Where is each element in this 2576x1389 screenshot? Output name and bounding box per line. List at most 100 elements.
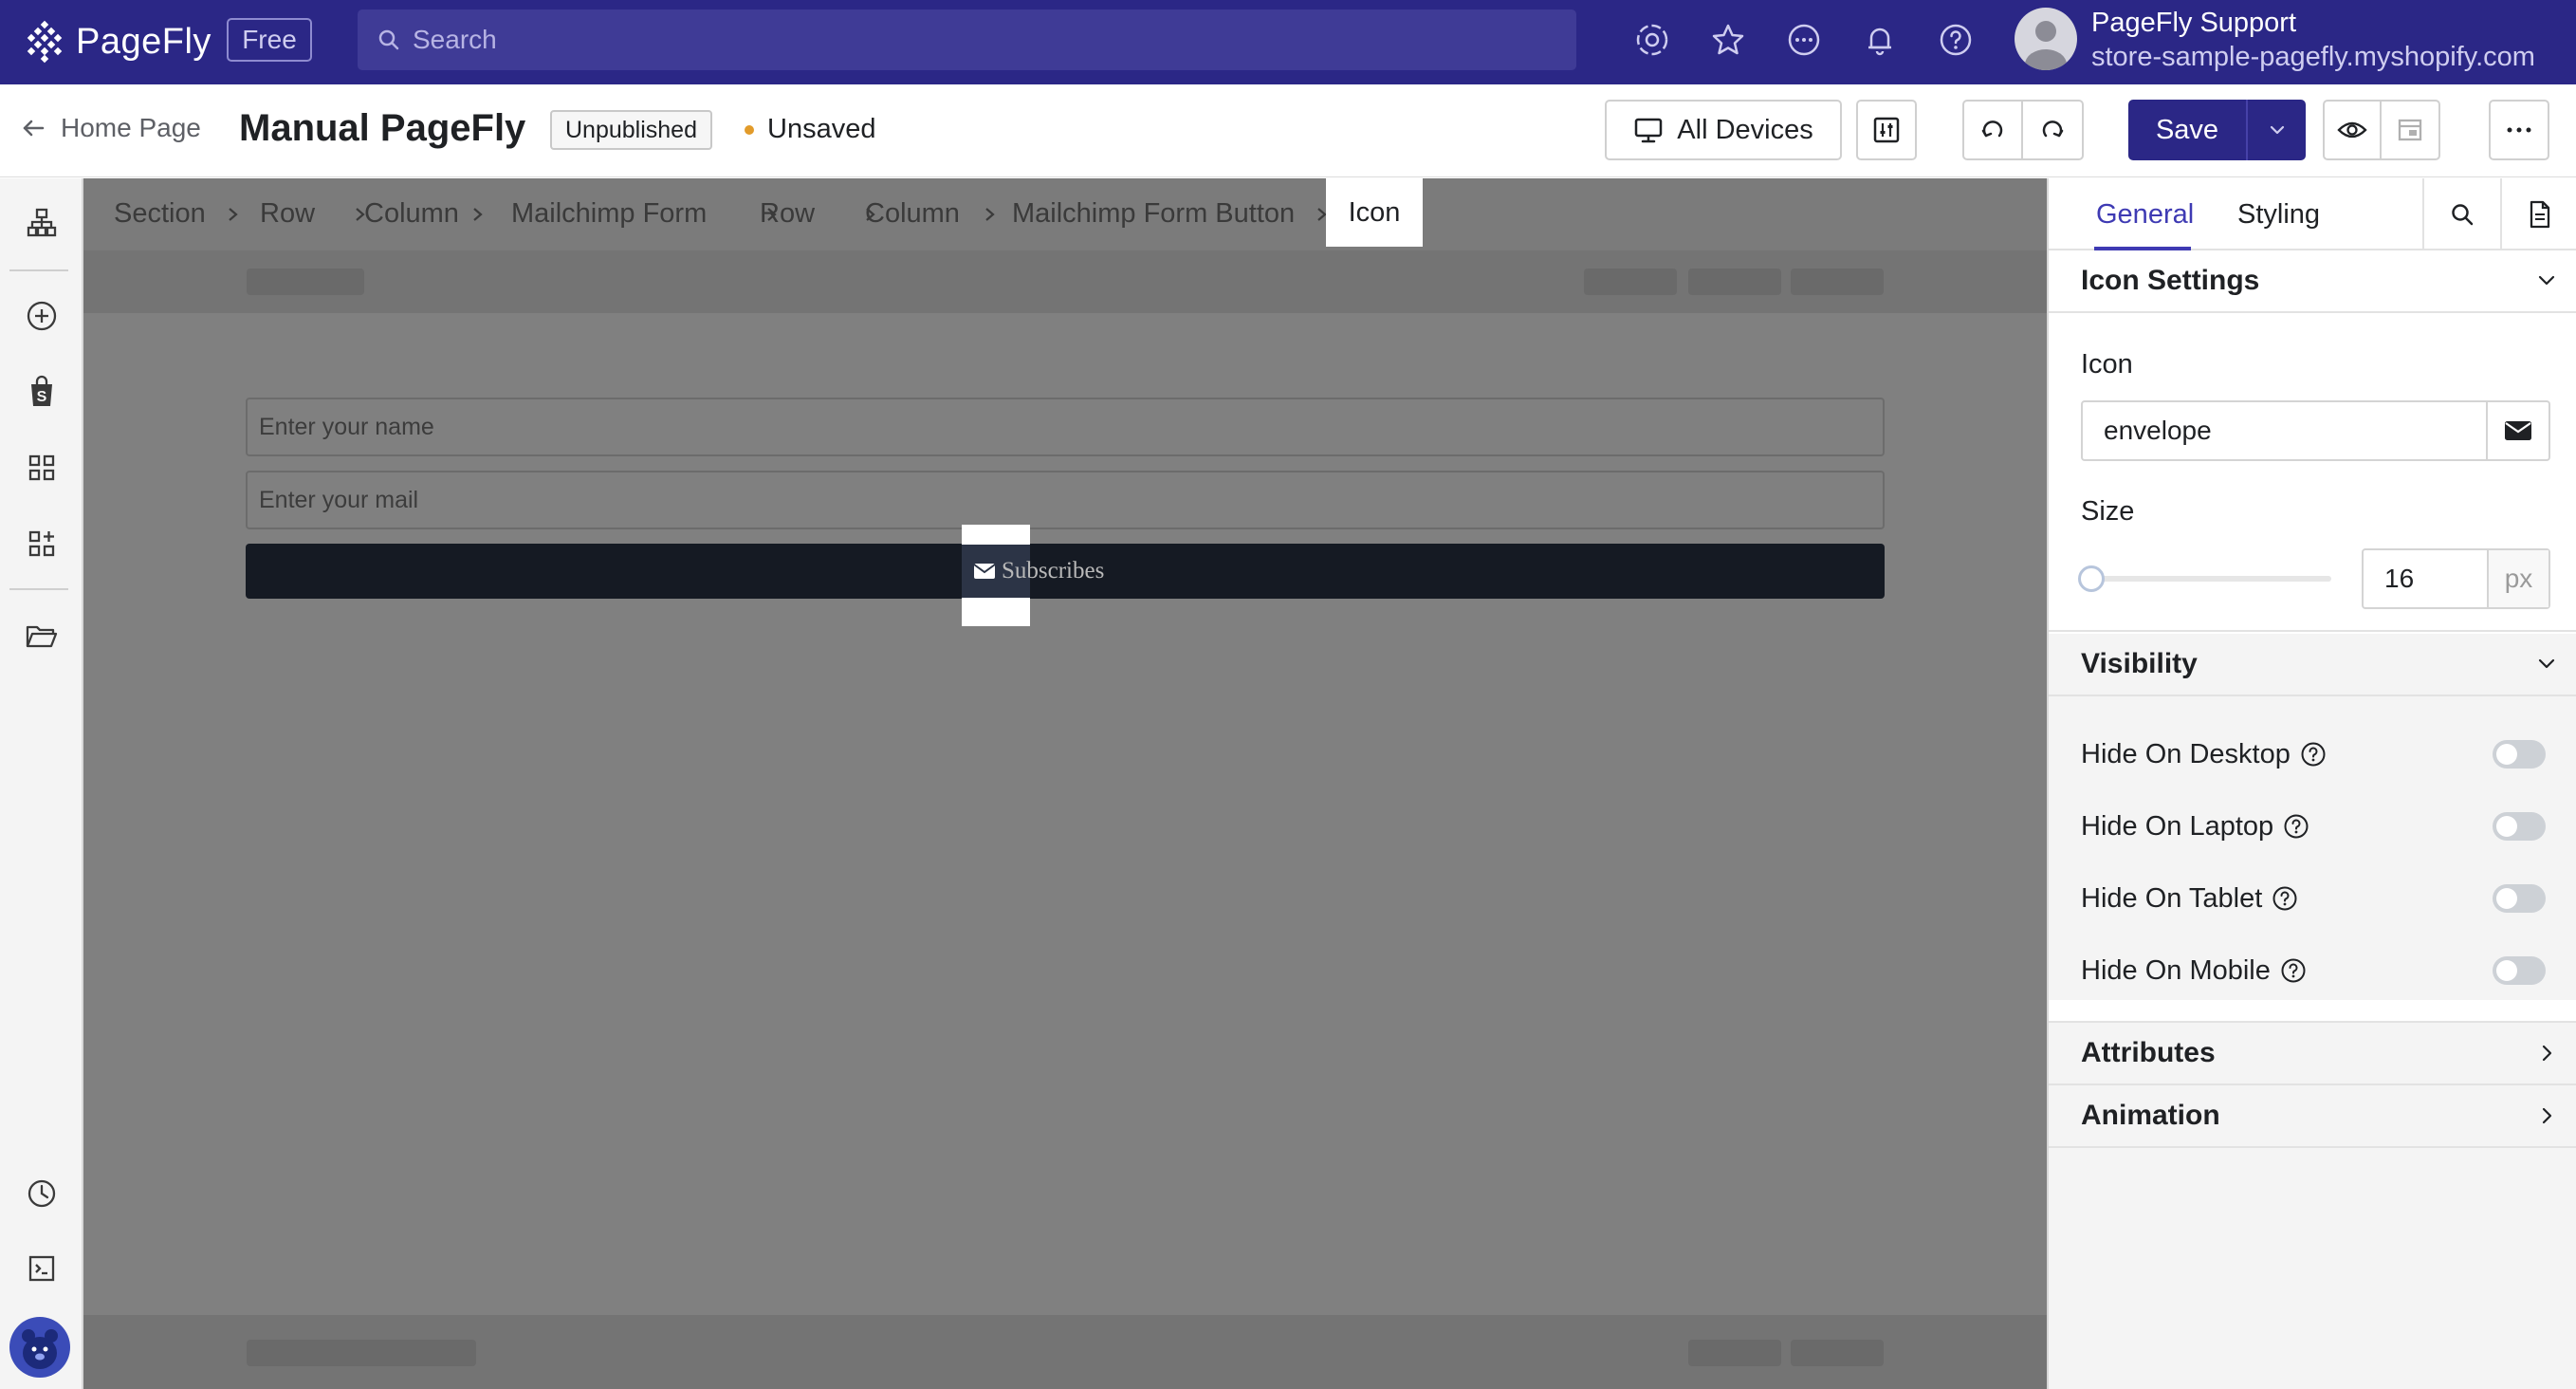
more-horizontal-icon [2507, 127, 2531, 133]
undo-button[interactable] [1964, 102, 2023, 158]
page-title[interactable]: Manual PageFly [239, 107, 525, 150]
chevron-right-icon [473, 208, 483, 221]
icon-picker-button[interactable] [2486, 402, 2548, 459]
desktop-icon [1635, 118, 1663, 143]
search-input[interactable] [413, 25, 1551, 55]
breadcrumb-item[interactable]: Mailchimp Form [511, 198, 707, 230]
hide-on-mobile-row: Hide On Mobile [2081, 952, 2546, 990]
add-element-icon[interactable] [18, 292, 65, 340]
history-buttons [1962, 100, 2084, 160]
document-icon [2530, 200, 2550, 229]
editor-toolbar: Home Page Manual PageFly Unpublished Uns… [0, 84, 2576, 177]
hide-on-tablet-toggle[interactable] [2493, 884, 2546, 913]
chevron-down-icon [2270, 125, 2284, 135]
breadcrumb-item-active[interactable]: Icon [1326, 178, 1423, 247]
page-settings-button[interactable] [1856, 100, 1917, 160]
breadcrumb-item[interactable]: Section [114, 198, 206, 230]
user-name[interactable]: PageFly Support [2091, 8, 2296, 39]
icon-field [2081, 400, 2550, 461]
placeholder-bar [1791, 269, 1884, 295]
save-button[interactable]: Save [2128, 100, 2246, 160]
breadcrumb-item[interactable]: Mailchimp Form Button [1012, 198, 1295, 230]
save-options-button[interactable] [2246, 100, 2306, 160]
size-slider-handle[interactable] [2078, 565, 2105, 592]
hide-on-desktop-toggle[interactable] [2493, 740, 2546, 769]
hide-on-mobile-label: Hide On Mobile [2081, 955, 2307, 987]
rail-divider [9, 269, 68, 271]
panel-empty-area [2049, 1148, 2576, 1389]
eye-icon [2337, 121, 2367, 139]
layout-icon[interactable] [18, 520, 65, 567]
star-icon[interactable] [1707, 19, 1749, 61]
hide-on-tablet-label: Hide On Tablet [2081, 883, 2298, 915]
chevron-right-icon [229, 208, 238, 221]
user-avatar[interactable] [2015, 8, 2077, 70]
visibility-title: Visibility [2081, 648, 2198, 679]
help-icon[interactable] [1935, 19, 1977, 61]
breadcrumb-item[interactable]: Column [364, 198, 459, 230]
inspector-document-button[interactable] [2502, 178, 2576, 250]
user-store[interactable]: store-sample-pagefly.myshopify.com [2091, 42, 2535, 73]
breadcrumb-item[interactable]: Row [760, 198, 815, 230]
placeholder-bar [1791, 1340, 1884, 1366]
inspector-tabs: General Styling [2049, 178, 2576, 250]
name-input[interactable]: Enter your name [246, 398, 1885, 456]
visibility-header[interactable]: Visibility [2049, 634, 2576, 696]
envelope-icon [2505, 421, 2531, 440]
envelope-icon[interactable] [973, 562, 996, 581]
grid-icon[interactable] [18, 444, 65, 491]
back-link[interactable]: Home Page [19, 113, 201, 143]
sliders-icon [1873, 117, 1900, 143]
search-bar[interactable] [358, 9, 1576, 70]
window-icon [2398, 119, 2422, 141]
chat-icon[interactable] [1783, 19, 1825, 61]
icon-name-input[interactable] [2083, 402, 2486, 459]
help-icon[interactable] [2300, 741, 2327, 768]
chevron-down-icon [2538, 275, 2555, 286]
publish-preview-button[interactable] [2382, 102, 2438, 158]
history-icon[interactable] [18, 1170, 65, 1217]
plan-badge[interactable]: Free [227, 18, 312, 62]
breadcrumb: Section Row Column Mailchimp Form Row Co… [83, 178, 2047, 250]
preview-button[interactable] [2325, 102, 2382, 158]
more-options-button[interactable] [2489, 100, 2549, 160]
breadcrumb-item[interactable]: Row [260, 198, 315, 230]
save-state: Unsaved [745, 114, 875, 145]
animation-header[interactable]: Animation [2049, 1085, 2576, 1148]
size-slider-track[interactable] [2087, 576, 2331, 582]
hide-on-mobile-text: Hide On Mobile [2081, 954, 2271, 986]
inspector-search-button[interactable] [2424, 178, 2500, 250]
sitemap-icon[interactable] [18, 199, 65, 247]
help-icon[interactable] [2272, 885, 2298, 912]
redo-button[interactable] [2023, 102, 2082, 158]
pagefly-logo[interactable]: PageFly [23, 17, 212, 66]
tab-styling[interactable]: Styling [2237, 199, 2320, 231]
help-icon[interactable] [2283, 813, 2309, 840]
device-selector[interactable]: All Devices [1605, 100, 1842, 160]
placeholder-bar [1688, 1340, 1781, 1366]
breadcrumb-item[interactable]: Column [865, 198, 960, 230]
hide-on-mobile-toggle[interactable] [2493, 956, 2546, 985]
help-icon[interactable] [2280, 957, 2307, 984]
mail-input[interactable]: Enter your mail [246, 471, 1885, 529]
terminal-icon[interactable] [18, 1245, 65, 1292]
subscribe-button-content[interactable]: Subscribes [964, 545, 1104, 598]
size-unit: px [2487, 550, 2548, 607]
editor-canvas: Section Row Column Mailchimp Form Row Co… [83, 178, 2047, 1389]
shopify-icon[interactable]: S [18, 368, 65, 416]
bell-icon[interactable] [1859, 19, 1901, 61]
bear-avatar-icon[interactable] [9, 1317, 70, 1378]
hide-on-desktop-label: Hide On Desktop [2081, 739, 2327, 770]
tab-general[interactable]: General [2096, 199, 2194, 231]
folder-icon[interactable] [18, 613, 65, 660]
rail-divider [9, 588, 68, 590]
hide-on-laptop-toggle[interactable] [2493, 812, 2546, 841]
redo-icon [2042, 120, 2064, 138]
canvas-footer-strip [83, 1315, 2047, 1389]
size-field: px [2362, 548, 2550, 609]
attributes-header[interactable]: Attributes [2049, 1023, 2576, 1085]
integration-icon[interactable] [1631, 19, 1673, 61]
size-input[interactable] [2364, 550, 2487, 607]
pagefly-logo-icon [27, 20, 63, 64]
icon-settings-header[interactable]: Icon Settings [2049, 250, 2576, 313]
